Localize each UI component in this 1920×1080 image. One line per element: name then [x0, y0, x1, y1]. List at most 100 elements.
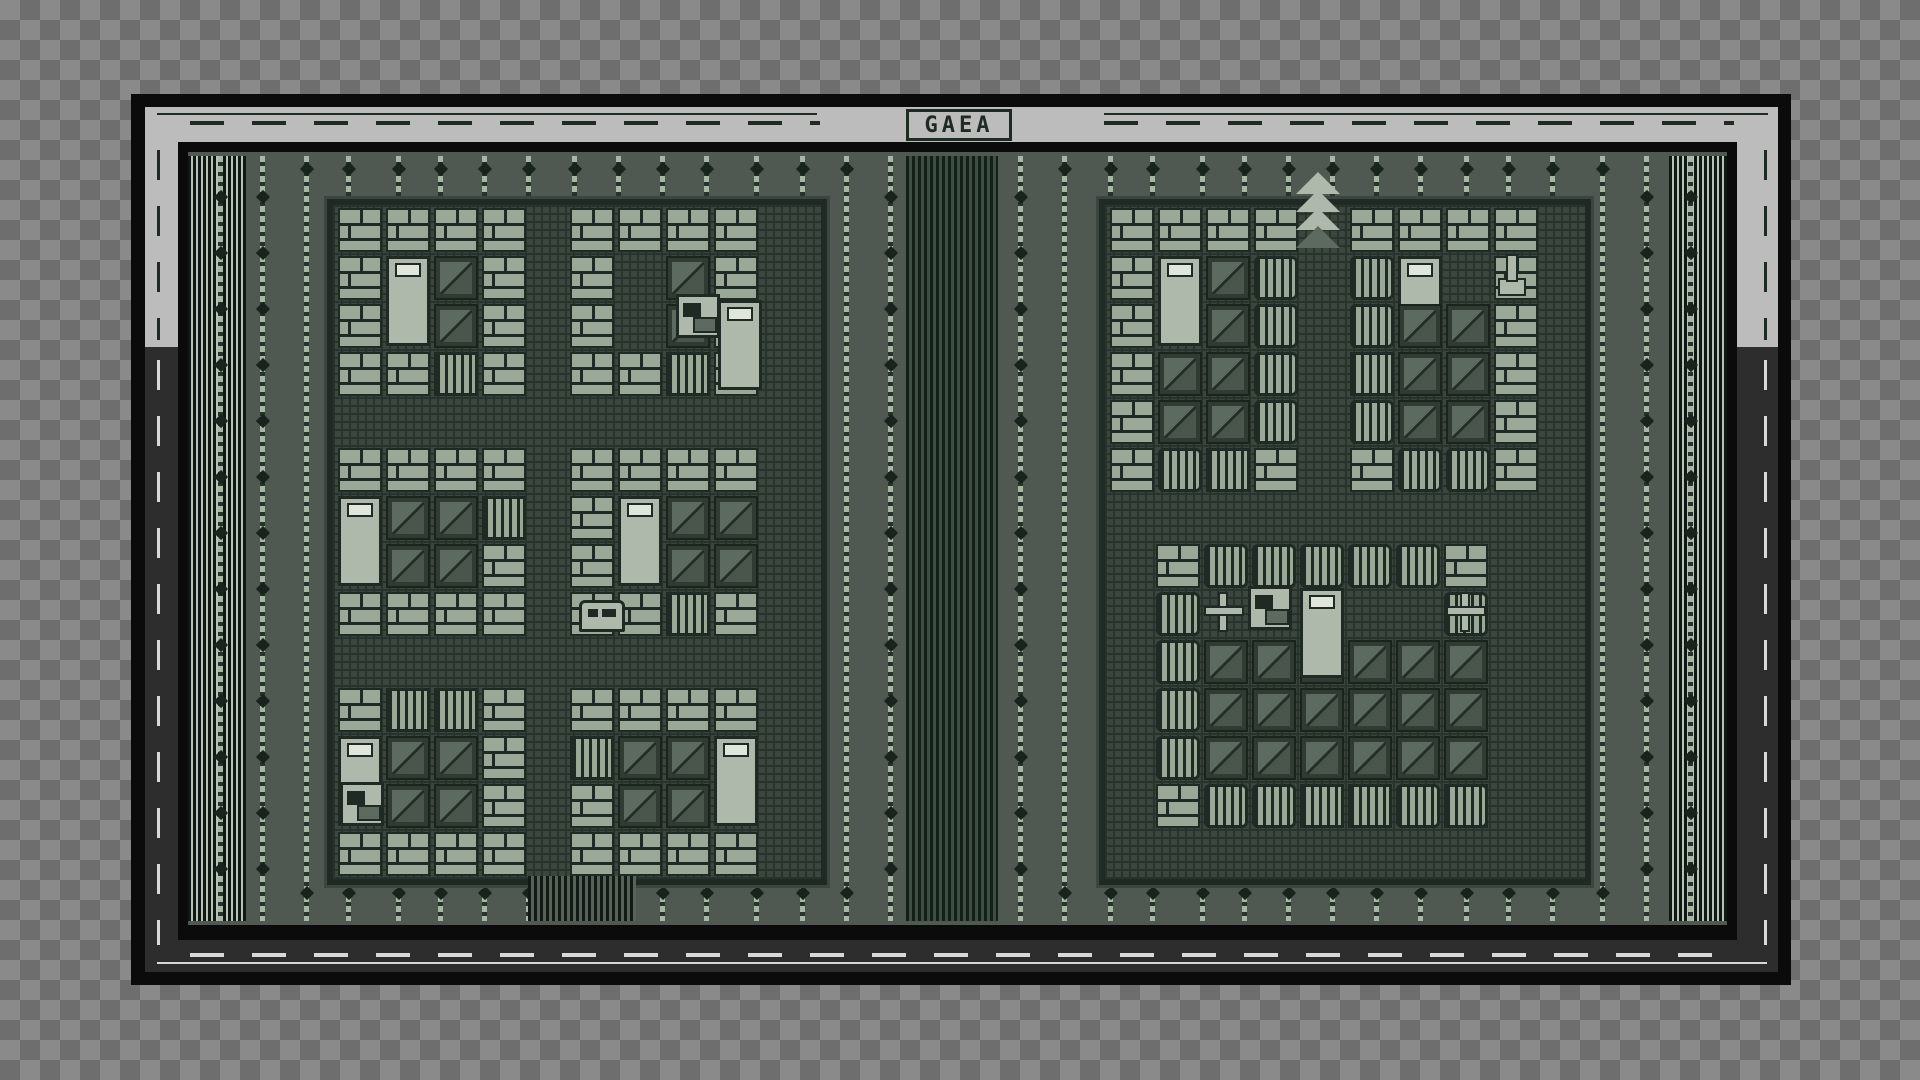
crate-tile[interactable] — [1350, 352, 1394, 396]
crate-tile[interactable] — [386, 688, 430, 732]
barrel-tile[interactable] — [1156, 640, 1200, 684]
frame-dashes-left-top — [157, 150, 160, 340]
floor-plate — [1446, 400, 1490, 444]
barrel-tile[interactable] — [1252, 544, 1296, 588]
rope-knot — [1639, 357, 1655, 373]
floor-plate — [1206, 352, 1250, 396]
crate-tile[interactable] — [434, 352, 478, 396]
barrel-tile[interactable] — [1156, 592, 1200, 636]
floor-plate — [1300, 736, 1344, 780]
brick-tile — [714, 688, 758, 732]
rope-knot — [1237, 161, 1253, 177]
frame-dashes-top-left — [190, 121, 820, 125]
barrel-tile[interactable] — [1156, 688, 1200, 732]
left-building-gate[interactable] — [528, 876, 636, 921]
barrel-tile[interactable] — [1350, 256, 1394, 300]
rope-knot — [1413, 161, 1429, 177]
brick-tile — [618, 208, 662, 252]
brick-tile — [1494, 400, 1538, 444]
crate-tile[interactable] — [666, 352, 710, 396]
brick-tile — [1350, 448, 1394, 492]
rope-knot — [1639, 805, 1655, 821]
terminal-console[interactable] — [340, 782, 384, 826]
brick-tile — [1156, 784, 1200, 828]
floor-plate — [1206, 400, 1250, 444]
rope-knot — [1459, 885, 1475, 901]
rope-knot — [1639, 637, 1655, 653]
tombstone-icon[interactable] — [1490, 252, 1530, 296]
rope-knot — [655, 885, 671, 901]
barrel-tile[interactable] — [1444, 784, 1488, 828]
rope-knot — [255, 525, 271, 541]
barrel-tile[interactable] — [1254, 400, 1298, 444]
bed-tile[interactable] — [718, 300, 762, 390]
cross-icon[interactable] — [1202, 590, 1244, 632]
crate-tile[interactable] — [1300, 784, 1344, 828]
frame-dashes-top-line-right — [1104, 113, 1768, 115]
rope-knot — [1595, 161, 1611, 177]
rope-knot — [749, 885, 765, 901]
player-robot-sprite[interactable] — [579, 600, 625, 632]
bed-tile[interactable] — [714, 736, 758, 826]
terminal-console[interactable] — [676, 294, 720, 338]
rope-knot — [1369, 885, 1385, 901]
rope-knot — [1639, 189, 1655, 205]
bed-tile[interactable] — [618, 496, 662, 586]
rope-knot — [1545, 885, 1561, 901]
rope — [304, 156, 309, 921]
crate-tile[interactable] — [570, 736, 614, 780]
brick-tile — [482, 736, 526, 780]
rope-knot — [1595, 885, 1611, 901]
barrel-tile[interactable] — [1252, 784, 1296, 828]
brick-tile — [482, 304, 526, 348]
bed-tile[interactable] — [1300, 588, 1344, 678]
barrel-tile[interactable] — [1348, 544, 1392, 588]
barrel-tile[interactable] — [1396, 544, 1440, 588]
rope-knot — [795, 885, 811, 901]
cross-icon[interactable] — [1444, 590, 1486, 632]
floor-plate — [1252, 736, 1296, 780]
brick-tile — [618, 352, 662, 396]
rope-knot — [1639, 301, 1655, 317]
rope-knot — [255, 469, 271, 485]
barrel-tile[interactable] — [1300, 544, 1344, 588]
brick-tile — [434, 832, 478, 876]
barrel-tile[interactable] — [1156, 736, 1200, 780]
barrel-tile[interactable] — [1254, 352, 1298, 396]
crate-tile[interactable] — [434, 688, 478, 732]
barrel-tile[interactable] — [1446, 448, 1490, 492]
rope-knot — [1237, 885, 1253, 901]
crate-tile[interactable] — [1348, 784, 1392, 828]
rope-knot — [433, 161, 449, 177]
floor-plate — [434, 784, 478, 828]
rope-knot — [883, 805, 899, 821]
barrel-tile[interactable] — [1398, 448, 1442, 492]
game-map[interactable] — [188, 152, 1727, 925]
crate-tile[interactable] — [1206, 448, 1250, 492]
crate-tile[interactable] — [482, 496, 526, 540]
barrel-tile[interactable] — [1396, 784, 1440, 828]
brick-tile — [570, 832, 614, 876]
bed-tile[interactable] — [1158, 256, 1202, 346]
floor-plate — [666, 496, 710, 540]
barrel-tile[interactable] — [1350, 400, 1394, 444]
brick-tile — [338, 688, 382, 732]
rope-knot — [1013, 693, 1029, 709]
rope-knot — [1013, 469, 1029, 485]
barrel-tile[interactable] — [1158, 448, 1202, 492]
rope-knot — [255, 693, 271, 709]
crate-tile[interactable] — [666, 592, 710, 636]
left-bar-wall — [188, 156, 246, 921]
barrel-tile[interactable] — [1204, 784, 1248, 828]
central-corridor[interactable] — [906, 156, 998, 921]
frame-dashes-right-bottom — [1764, 360, 1767, 945]
pixel-tree[interactable] — [1296, 172, 1340, 256]
terminal-console[interactable] — [1248, 586, 1292, 630]
barrel-tile[interactable] — [1204, 544, 1248, 588]
bed-tile[interactable] — [386, 256, 430, 346]
bed-tile[interactable] — [338, 496, 382, 586]
barrel-tile[interactable] — [1350, 304, 1394, 348]
barrel-tile[interactable] — [1254, 256, 1298, 300]
barrel-tile[interactable] — [1254, 304, 1298, 348]
rope-knot — [1013, 581, 1029, 597]
